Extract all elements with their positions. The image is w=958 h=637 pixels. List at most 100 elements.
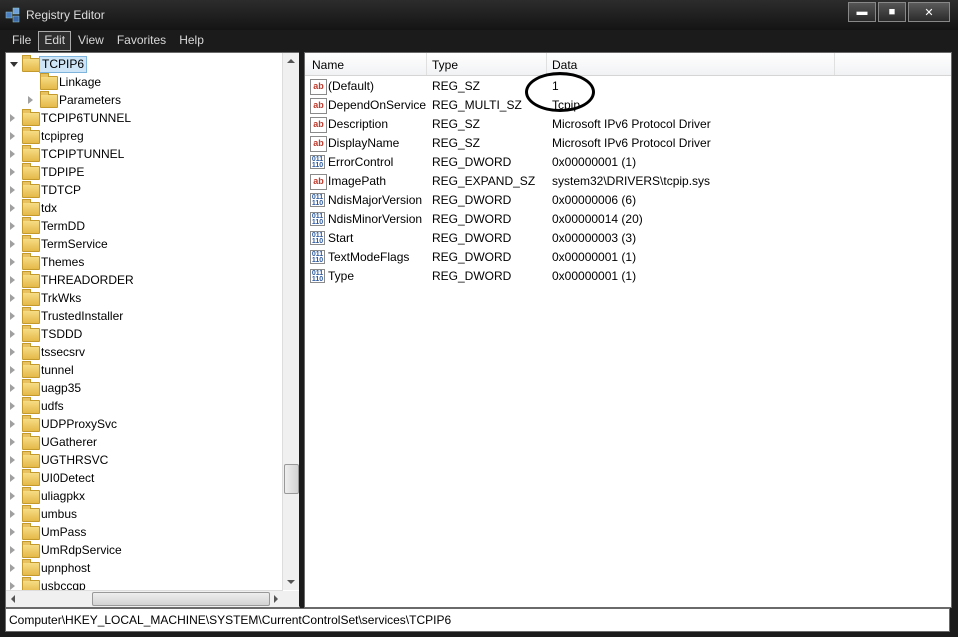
menu-favorites[interactable]: Favorites	[111, 31, 172, 51]
value-row[interactable]: ab (Default) REG_SZ 1	[305, 77, 951, 96]
column-divider[interactable]	[546, 53, 547, 75]
menu-view[interactable]: View	[72, 31, 110, 51]
expand-arrow-icon[interactable]	[10, 258, 15, 266]
expand-arrow-icon[interactable]	[10, 474, 15, 482]
tree-item[interactable]: umbus	[6, 505, 284, 523]
expand-arrow-icon[interactable]	[10, 204, 15, 212]
minimize-button[interactable]: ▬	[848, 2, 876, 22]
value-row[interactable]: 011 110 ErrorControl REG_DWORD 0x00000001 (1…	[305, 153, 951, 172]
close-button[interactable]: ✕	[908, 2, 950, 22]
expand-arrow-icon[interactable]	[10, 222, 15, 230]
expand-arrow-icon[interactable]	[10, 348, 15, 356]
value-row[interactable]: 011 110 NdisMajorVersion REG_DWORD 0x0000000…	[305, 191, 951, 210]
collapse-arrow-icon[interactable]	[10, 62, 18, 67]
value-row[interactable]: 011 110 TextModeFlags REG_DWORD 0x00000001 (…	[305, 248, 951, 267]
tree-item[interactable]: UmPass	[6, 523, 284, 541]
tree-item[interactable]: UI0Detect	[6, 469, 284, 487]
column-name-header[interactable]: Name	[312, 58, 344, 72]
expand-arrow-icon[interactable]	[10, 276, 15, 284]
registry-tree-pane[interactable]: TCPIP6 Linkage Parameters TCPIP6TUNNEL tcpip…	[5, 52, 300, 608]
tree-item[interactable]: tdx	[6, 199, 284, 217]
tree-item[interactable]: TCPIP6TUNNEL	[6, 109, 284, 127]
value-row[interactable]: ab ImagePath REG_EXPAND_SZ system32\DRIVERS…	[305, 172, 951, 191]
tree-item[interactable]: upnphost	[6, 559, 284, 577]
tree-item[interactable]: UmRdpService	[6, 541, 284, 559]
tree-item[interactable]: TermService	[6, 235, 284, 253]
expand-arrow-icon[interactable]	[10, 114, 15, 122]
folder-icon	[22, 343, 40, 360]
tree-item[interactable]: TCPIPTUNNEL	[6, 145, 284, 163]
scroll-right-arrow-icon[interactable]	[274, 595, 278, 603]
expand-arrow-icon[interactable]	[10, 186, 15, 194]
expand-arrow-icon[interactable]	[28, 96, 33, 104]
expand-arrow-icon[interactable]	[10, 168, 15, 176]
expand-arrow-icon[interactable]	[10, 456, 15, 464]
tree-item[interactable]: Linkage	[6, 73, 284, 91]
registry-values-pane[interactable]: Name Type Data ab (Default) REG_SZ 1 ab Depen…	[304, 52, 952, 608]
column-data-header[interactable]: Data	[552, 58, 577, 72]
value-row[interactable]: 011 110 Start REG_DWORD 0x00000003 (3)	[305, 229, 951, 248]
horizontal-scroll-thumb[interactable]	[92, 592, 270, 606]
expand-arrow-icon[interactable]	[10, 384, 15, 392]
scroll-up-arrow-icon[interactable]	[287, 59, 295, 63]
tree-item[interactable]: UDPProxySvc	[6, 415, 284, 433]
column-divider[interactable]	[834, 53, 835, 75]
tree-item[interactable]: uliagpkx	[6, 487, 284, 505]
expand-arrow-icon[interactable]	[10, 420, 15, 428]
menu-edit[interactable]: Edit	[38, 31, 72, 51]
tree-item[interactable]: THREADORDER	[6, 271, 284, 289]
scroll-left-arrow-icon[interactable]	[11, 595, 15, 603]
tree-vertical-scrollbar[interactable]	[282, 53, 299, 590]
expand-arrow-icon[interactable]	[10, 330, 15, 338]
tree-item[interactable]: TrustedInstaller	[6, 307, 284, 325]
value-type: REG_DWORD	[432, 193, 512, 207]
expand-arrow-icon[interactable]	[10, 312, 15, 320]
tree-item[interactable]: Themes	[6, 253, 284, 271]
value-row[interactable]: 011 110 NdisMinorVersion REG_DWORD 0x0000001…	[305, 210, 951, 229]
expand-arrow-icon[interactable]	[10, 564, 15, 572]
menu-help[interactable]: Help	[173, 31, 210, 51]
tree-item-label: Linkage	[59, 75, 102, 89]
tree-item[interactable]: TDTCP	[6, 181, 284, 199]
expand-arrow-icon[interactable]	[10, 528, 15, 536]
vertical-scroll-thumb[interactable]	[284, 464, 299, 494]
expand-arrow-icon[interactable]	[10, 582, 15, 590]
scroll-down-arrow-icon[interactable]	[287, 580, 295, 584]
expand-arrow-icon[interactable]	[10, 402, 15, 410]
expand-arrow-icon[interactable]	[10, 294, 15, 302]
folder-icon	[22, 217, 40, 234]
binary-value-icon: 011 110	[310, 193, 325, 207]
tree-item[interactable]: TDPIPE	[6, 163, 284, 181]
tree-item[interactable]: tssecsrv	[6, 343, 284, 361]
column-type-header[interactable]: Type	[432, 58, 458, 72]
tree-item[interactable]: tcpipreg	[6, 127, 284, 145]
value-row[interactable]: ab Description REG_SZ Microsoft IPv6 Protoc…	[305, 115, 951, 134]
expand-arrow-icon[interactable]	[10, 366, 15, 374]
value-row[interactable]: ab DependOnService REG_MULTI_SZ Tcpip	[305, 96, 951, 115]
menu-file[interactable]: File	[6, 31, 37, 51]
tree-item[interactable]: TSDDD	[6, 325, 284, 343]
tree-horizontal-scrollbar[interactable]	[6, 590, 283, 607]
tree-item[interactable]: TCPIP6	[6, 55, 284, 73]
pane-splitter[interactable]	[299, 52, 303, 606]
expand-arrow-icon[interactable]	[10, 240, 15, 248]
expand-arrow-icon[interactable]	[10, 546, 15, 554]
tree-item[interactable]: udfs	[6, 397, 284, 415]
column-divider[interactable]	[426, 53, 427, 75]
expand-arrow-icon[interactable]	[10, 492, 15, 500]
value-row[interactable]: 011 110 Type REG_DWORD 0x00000001 (1)	[305, 267, 951, 286]
tree-item[interactable]: TrkWks	[6, 289, 284, 307]
maximize-button[interactable]: ■	[878, 2, 906, 22]
tree-item[interactable]: TermDD	[6, 217, 284, 235]
expand-arrow-icon[interactable]	[10, 132, 15, 140]
expand-arrow-icon[interactable]	[10, 510, 15, 518]
tree-item[interactable]: Parameters	[6, 91, 284, 109]
tree-item[interactable]: tunnel	[6, 361, 284, 379]
tree-item[interactable]: UGatherer	[6, 433, 284, 451]
expand-arrow-icon[interactable]	[10, 150, 15, 158]
expand-arrow-icon[interactable]	[10, 438, 15, 446]
tree-item[interactable]: UGTHRSVC	[6, 451, 284, 469]
tree-item[interactable]: uagp35	[6, 379, 284, 397]
value-row[interactable]: ab DisplayName REG_SZ Microsoft IPv6 Protoc…	[305, 134, 951, 153]
value-data: Tcpip	[552, 98, 581, 112]
